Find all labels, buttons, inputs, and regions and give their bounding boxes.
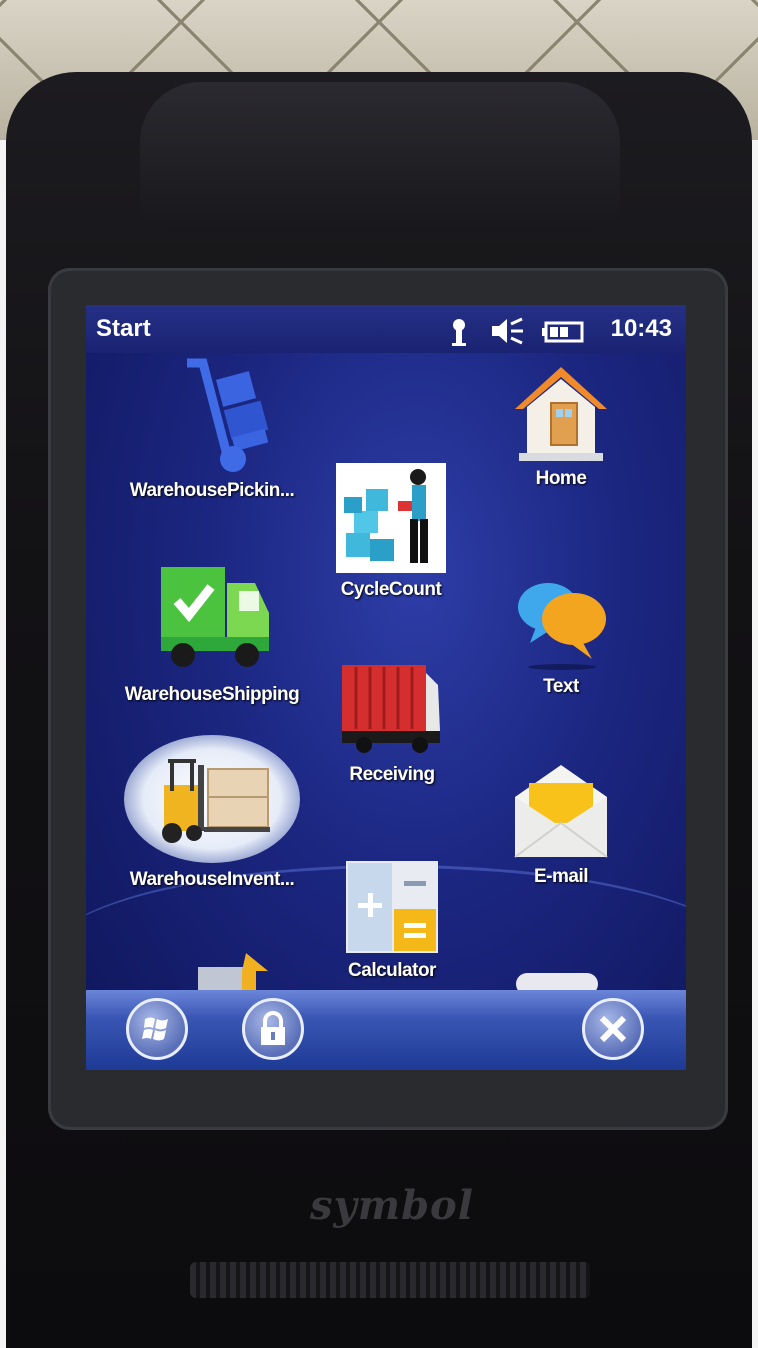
close-icon: [599, 1015, 627, 1043]
home-label: Home: [535, 468, 587, 489]
app-tile-receiving[interactable]: Receiving: [322, 659, 462, 786]
battery-icon[interactable]: [542, 321, 584, 350]
app-tile-calculator[interactable]: Calculator: [322, 859, 462, 982]
app-tile-home[interactable]: Home: [486, 363, 636, 490]
app-tile-warehouse-picking[interactable]: WarehousePickin...: [112, 355, 312, 502]
app-tile-email[interactable]: E-mail: [486, 761, 636, 888]
receiving-label: Receiving: [349, 764, 435, 785]
device-top-bumper: [140, 82, 620, 232]
lock-icon: [261, 1011, 285, 1045]
warehouse-shipping-label: WarehouseShipping: [124, 684, 300, 705]
windows-start-icon: [142, 1017, 168, 1041]
selection-highlight: [124, 735, 300, 863]
app-tile-cycle-count[interactable]: CycleCount: [316, 463, 466, 601]
forklift-icon: [162, 759, 270, 843]
calculator-label: Calculator: [348, 960, 436, 981]
lock-button[interactable]: [242, 998, 304, 1060]
taskbar: [86, 990, 686, 1070]
close-button[interactable]: [582, 998, 644, 1060]
house-icon: [515, 367, 607, 461]
delivery-truck-icon: [161, 567, 269, 667]
text-label: Text: [543, 676, 579, 697]
partial-tile-icon[interactable]: [176, 953, 276, 993]
hand-truck-icon: [187, 358, 269, 472]
app-tile-text[interactable]: Text: [486, 571, 636, 698]
start-title[interactable]: Start: [96, 315, 151, 343]
device-screen: Start 10:43 WarehousePickin... CycleCoun…: [86, 305, 686, 1070]
envelope-icon: [514, 765, 608, 858]
speech-bubbles-icon: [518, 583, 606, 670]
clock-time[interactable]: 10:43: [611, 315, 672, 343]
device-speaker-grille: [190, 1262, 590, 1298]
worker-boxes-icon: [336, 463, 446, 573]
cargo-container-icon: [342, 665, 440, 753]
cycle-count-label: CycleCount: [340, 579, 442, 600]
email-label: E-mail: [533, 866, 589, 887]
calculator-icon: [346, 861, 438, 953]
speaker-muted-icon[interactable]: [490, 317, 524, 352]
warehouse-inventory-label: WarehouseInvent...: [129, 869, 295, 890]
status-bar: Start 10:43: [86, 305, 686, 353]
connectivity-icon[interactable]: [448, 317, 470, 354]
windows-start-button[interactable]: [126, 998, 188, 1060]
app-tile-warehouse-inventory[interactable]: WarehouseInvent...: [112, 735, 312, 891]
warehouse-picking-label: WarehousePickin...: [129, 480, 295, 501]
app-tile-warehouse-shipping[interactable]: WarehouseShipping: [112, 563, 312, 706]
device-brand-logo: symbol: [310, 1182, 474, 1229]
